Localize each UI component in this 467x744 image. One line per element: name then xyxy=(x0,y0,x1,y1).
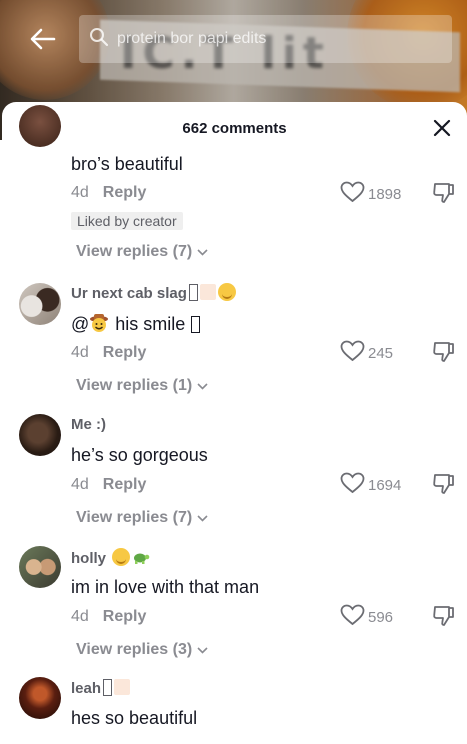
comments-sheet: 662 comments bro’s beautiful 4d Reply Lik… xyxy=(2,102,467,744)
like-count: 1694 xyxy=(368,477,402,494)
like-count: 596 xyxy=(368,609,394,626)
reply-button[interactable]: Reply xyxy=(103,344,147,361)
avatar[interactable] xyxy=(19,546,61,588)
username-text: leah xyxy=(71,680,102,697)
chevron-down-icon xyxy=(197,509,208,527)
view-replies-button[interactable]: View replies (7) xyxy=(76,509,208,527)
emoji-blank xyxy=(114,679,131,695)
search-icon xyxy=(89,27,109,52)
search-input[interactable] xyxy=(117,30,437,48)
thumbs-down-icon xyxy=(432,342,456,367)
comment-age: 4d xyxy=(71,184,89,201)
comment-text: im in love with that man xyxy=(71,577,260,597)
comment-text: bro’s beautiful xyxy=(71,154,183,174)
avatar[interactable] xyxy=(19,105,61,147)
thumbs-down-icon xyxy=(432,183,456,208)
reply-button[interactable]: Reply xyxy=(103,608,147,625)
view-replies-button[interactable]: View replies (7) xyxy=(76,243,208,261)
heart-icon xyxy=(340,472,365,499)
comment-text: hes so beautiful xyxy=(71,708,198,728)
view-replies-button[interactable]: View replies (3) xyxy=(76,641,208,659)
view-replies-button[interactable]: View replies (1) xyxy=(76,377,208,395)
turtle-emoji-icon xyxy=(132,549,150,565)
thumbs-down-icon xyxy=(432,606,456,631)
comment-text: he’s so gorgeous xyxy=(71,445,208,465)
emoji-blank xyxy=(199,284,216,300)
comment-text: his smile xyxy=(115,314,186,334)
comment-username: leah xyxy=(71,679,131,697)
comment-meta: 4d Reply xyxy=(71,344,146,362)
view-replies-label: View replies (3) xyxy=(76,641,193,658)
avatar[interactable] xyxy=(19,283,61,325)
avatar[interactable] xyxy=(19,414,61,456)
heart-icon xyxy=(340,604,365,631)
liked-by-creator-badge: Liked by creator xyxy=(71,212,183,230)
username-text: Ur next cab slag xyxy=(71,285,187,302)
reply-button[interactable]: Reply xyxy=(103,476,147,493)
emoji-face xyxy=(112,548,131,566)
dislike-button[interactable] xyxy=(432,341,456,368)
reply-button[interactable]: Reply xyxy=(103,184,147,201)
dislike-button[interactable] xyxy=(432,605,456,632)
cowboy-emoji-icon xyxy=(89,313,109,333)
like-count: 1898 xyxy=(368,186,402,203)
comments-header: 662 comments xyxy=(2,102,467,154)
close-icon[interactable] xyxy=(429,115,455,141)
heart-icon xyxy=(340,181,365,208)
chevron-down-icon xyxy=(197,377,208,395)
chevron-down-icon xyxy=(197,641,208,659)
username-text: holly xyxy=(71,550,107,567)
unsupported-glyph xyxy=(191,316,201,333)
comment-count: 662 comments xyxy=(182,119,287,137)
back-arrow-icon[interactable] xyxy=(26,22,60,56)
emoji-face xyxy=(217,283,236,301)
comment-username: Me :) xyxy=(71,416,106,433)
like-button[interactable]: 1694 xyxy=(340,472,401,499)
heart-icon xyxy=(340,340,365,367)
like-count: 245 xyxy=(368,345,394,362)
comment-text-row: @ his smile xyxy=(71,313,201,335)
comment-age: 4d xyxy=(71,344,89,361)
comment-age: 4d xyxy=(71,608,89,625)
avatar[interactable] xyxy=(19,677,61,719)
view-replies-label: View replies (7) xyxy=(76,509,193,526)
unsupported-glyph xyxy=(188,284,198,301)
comment-username: Ur next cab slag xyxy=(71,283,236,302)
comment-meta: 4d Reply xyxy=(71,184,146,202)
comment-meta: 4d Reply xyxy=(71,476,146,494)
comment-meta: 4d Reply xyxy=(71,608,146,626)
like-button[interactable]: 596 xyxy=(340,604,393,631)
unsupported-glyph xyxy=(103,679,113,696)
dislike-button[interactable] xyxy=(432,182,456,209)
thumbs-down-icon xyxy=(432,474,456,499)
comment-username: holly xyxy=(71,548,150,567)
view-replies-label: View replies (7) xyxy=(76,243,193,260)
search-bar[interactable] xyxy=(79,15,452,63)
dislike-button[interactable] xyxy=(432,473,456,500)
chevron-down-icon xyxy=(197,243,208,261)
mention[interactable]: @ xyxy=(71,314,89,334)
comment-age: 4d xyxy=(71,476,89,493)
like-button[interactable]: 245 xyxy=(340,340,393,367)
like-button[interactable]: 1898 xyxy=(340,181,401,208)
view-replies-label: View replies (1) xyxy=(76,377,193,394)
